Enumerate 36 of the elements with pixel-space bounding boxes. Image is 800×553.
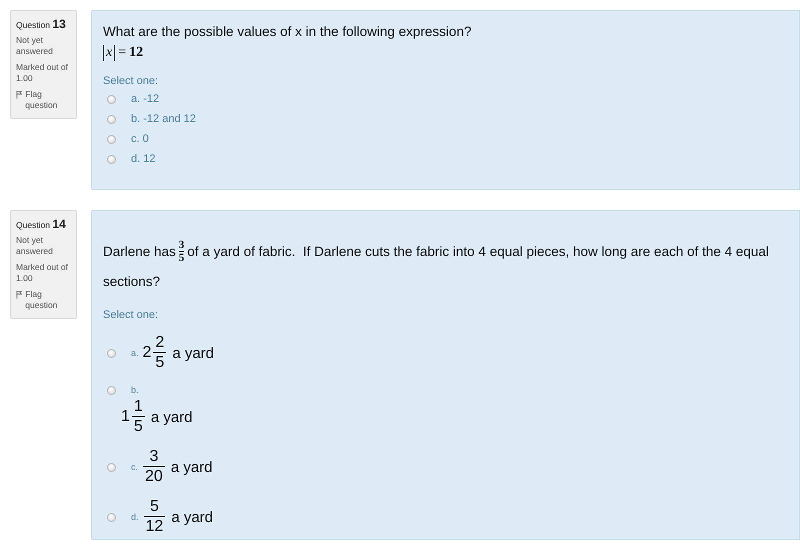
radio-button[interactable]	[107, 94, 116, 104]
flag-icon	[16, 90, 22, 99]
option-label: c. 0	[131, 133, 149, 145]
radio-button[interactable]	[107, 348, 116, 358]
option-label: d. 12	[131, 153, 156, 165]
radio-button[interactable]	[107, 386, 116, 394]
flag-question-link[interactable]: Flag question	[25, 288, 71, 312]
mixed-number: 5 12	[142, 499, 166, 535]
question-number: Question 14	[16, 217, 67, 231]
radio-button[interactable]	[107, 114, 116, 124]
formula: x = 12	[103, 45, 144, 61]
question-number: Question 13	[16, 17, 67, 31]
select-one-label: Select one:	[103, 309, 160, 321]
radio-button[interactable]	[107, 512, 116, 522]
flag-question-link[interactable]: Flag question	[25, 88, 71, 112]
option-letter: a.	[131, 348, 139, 358]
status-text: Not yet answered	[16, 35, 54, 58]
select-one-label: Select one:	[103, 75, 160, 87]
status-text: Not yet answered	[16, 235, 54, 258]
marks-text: Marked out of 1.00	[16, 262, 69, 285]
flag-icon	[16, 290, 22, 299]
option-label: b. -12 and 12	[131, 113, 196, 125]
unit-label: a yard	[172, 344, 214, 362]
radio-button[interactable]	[107, 154, 116, 164]
option-letter: d.	[131, 512, 139, 522]
question-text: What are the possible values of x in the following expression?	[103, 23, 472, 41]
option-letter: b.	[131, 385, 139, 395]
option-letter: c.	[131, 462, 138, 472]
radio-button[interactable]	[107, 134, 116, 144]
unit-label: a yard	[150, 408, 193, 426]
unit-label: a yard	[171, 508, 214, 526]
mixed-number: 3 20	[142, 449, 166, 485]
marks-text: Marked out of 1.00	[16, 62, 69, 85]
unit-label: a yard	[170, 458, 213, 476]
radio-button[interactable]	[107, 462, 116, 472]
option-label: a. -12	[131, 93, 160, 105]
